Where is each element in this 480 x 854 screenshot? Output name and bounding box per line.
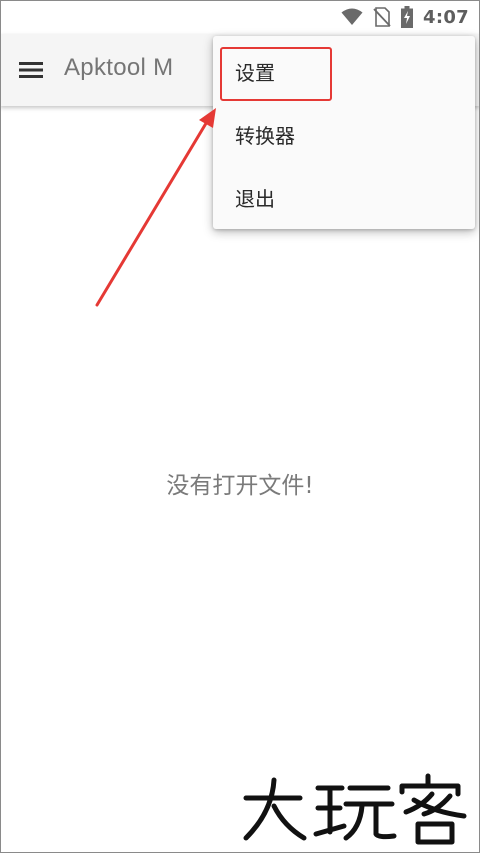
menu-item-converter[interactable]: 转换器: [213, 103, 475, 165]
menu-item-label: 转换器: [235, 123, 295, 148]
status-bar: 4:07: [0, 0, 480, 34]
no-sim-icon: [373, 7, 391, 27]
menu-item-label: 设置: [235, 60, 275, 85]
menu-item-label: 退出: [235, 186, 275, 211]
menu-item-settings[interactable]: 设置: [213, 40, 475, 102]
battery-charging-icon: [401, 6, 414, 28]
watermark-logo: [238, 770, 478, 850]
menu-item-exit[interactable]: 退出: [213, 166, 475, 228]
wifi-icon: [341, 8, 363, 25]
status-time: 4:07: [423, 6, 469, 28]
empty-state-message: 没有打开文件!: [166, 473, 314, 499]
overflow-menu: 设置 转换器 退出: [213, 36, 475, 229]
app-title: Apktool M: [64, 54, 174, 81]
hamburger-menu-icon[interactable]: [16, 56, 46, 84]
